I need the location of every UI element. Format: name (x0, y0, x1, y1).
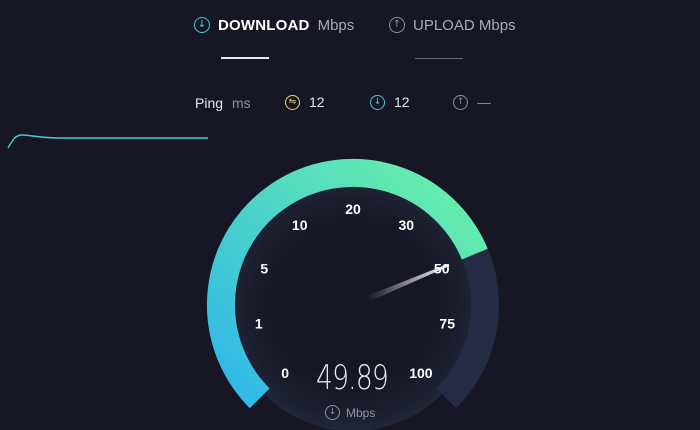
gauge-label-30: 30 (399, 217, 415, 233)
gauge-label-20: 20 (345, 201, 361, 217)
gauge-label-1: 1 (255, 316, 263, 332)
speed-unit-row: ↓ Mbps (325, 405, 375, 420)
gauge-label-0: 0 (281, 365, 289, 381)
download-unit-icon: ↓ (325, 405, 340, 420)
gauge-label-75: 75 (439, 316, 455, 332)
gauge-label-5: 5 (260, 260, 268, 276)
speed-unit-label: Mbps (346, 405, 376, 420)
gauge-label-100: 100 (409, 365, 433, 381)
speed-value: 49.89 (315, 358, 389, 398)
gauge-label-10: 10 (292, 217, 308, 233)
